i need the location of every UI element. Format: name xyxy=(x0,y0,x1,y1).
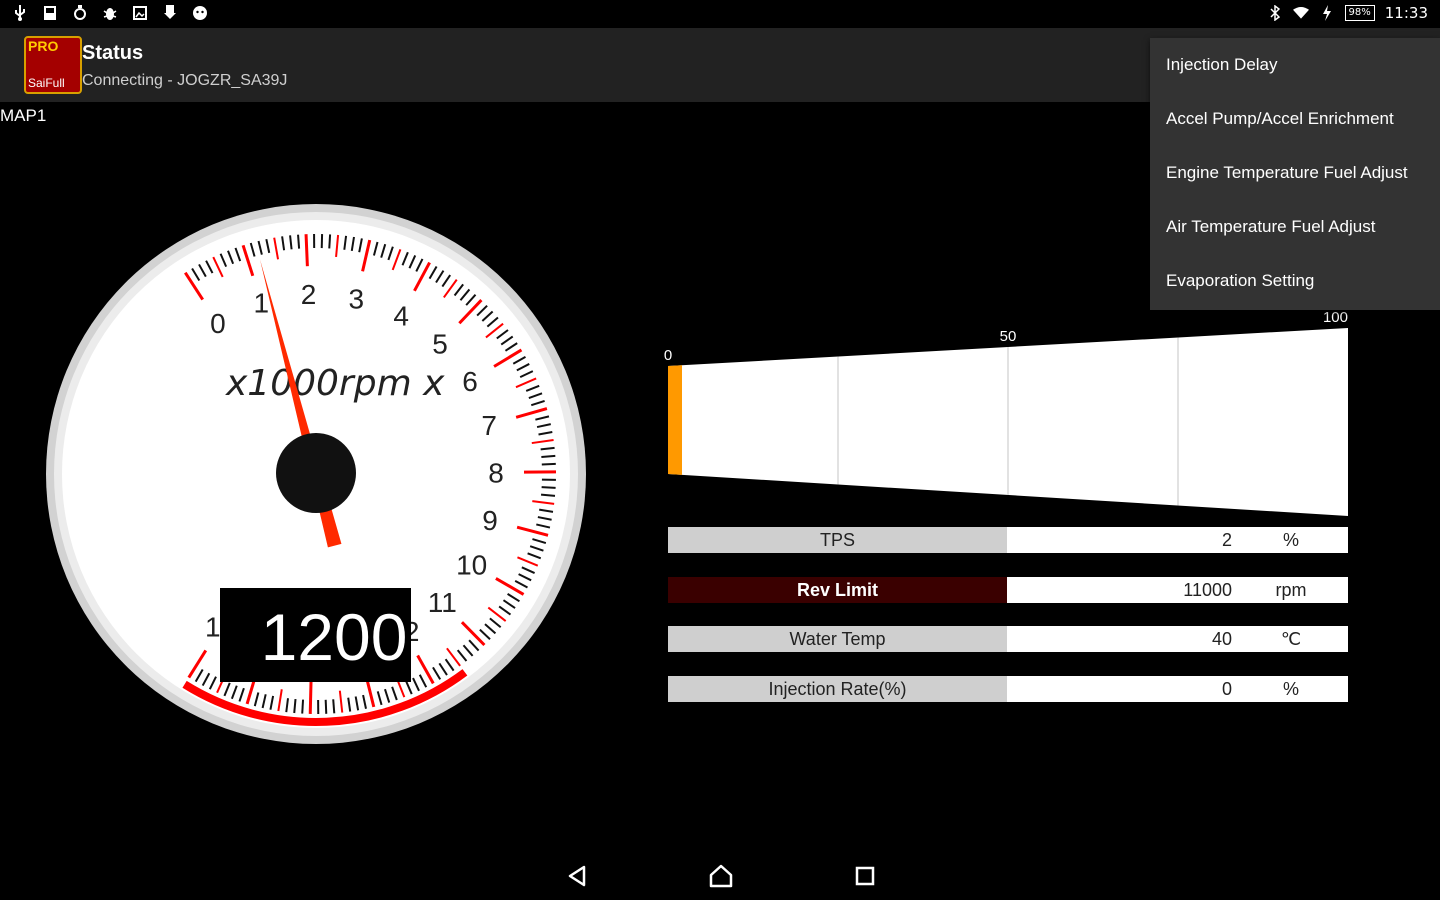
row-label: TPS xyxy=(668,527,1007,553)
gauge-label: 4 xyxy=(393,300,409,331)
row-unit: % xyxy=(1282,679,1299,699)
row-rev-limit: Rev Limit 11000 rpm xyxy=(668,577,1348,603)
wifi-icon xyxy=(1292,4,1309,22)
notification-icon xyxy=(72,4,88,22)
home-icon[interactable] xyxy=(706,862,736,890)
status-bar-left xyxy=(12,4,208,22)
bar-graph-label: 100 xyxy=(1323,309,1348,326)
gauge-tick xyxy=(301,699,305,714)
gauge-tick xyxy=(293,698,297,714)
row-value: 0 xyxy=(1221,679,1232,699)
gauge-label: 5 xyxy=(432,329,448,360)
row-value-cell: 11000 rpm xyxy=(1007,577,1348,603)
gauge-tick xyxy=(540,493,556,497)
row-label: Water Temp xyxy=(668,626,1007,652)
row-value-cell: 2 % xyxy=(1007,527,1348,553)
gauge-hub xyxy=(276,433,356,513)
map-label: MAP1 xyxy=(0,106,47,125)
row-water-temp: Water Temp 40 ℃ xyxy=(668,626,1348,652)
back-icon[interactable] xyxy=(562,862,592,890)
charging-icon xyxy=(1319,4,1335,22)
gauge-tick xyxy=(541,486,556,489)
gauge-tick xyxy=(324,699,328,714)
gauge-label: 3 xyxy=(349,284,365,315)
image-icon xyxy=(132,4,148,22)
gauge-label: 0 xyxy=(210,308,226,339)
navigation-bar xyxy=(0,850,1440,900)
bluetooth-icon xyxy=(1267,4,1283,22)
gauge-label: 10 xyxy=(456,549,487,580)
gauge-label: 8 xyxy=(488,457,504,488)
row-unit: % xyxy=(1282,530,1299,550)
gauge-label: 1 xyxy=(254,288,270,319)
battery-indicator: 98% xyxy=(1344,5,1375,21)
bar-graph-label: 0 xyxy=(664,347,672,364)
connection-status: Connecting - JOGZR_SA39J xyxy=(82,72,288,89)
overflow-menu: Injection Delay Accel Pump/Accel Enrichm… xyxy=(1150,38,1440,310)
gauge-tick xyxy=(332,699,336,714)
gauge-label: 9 xyxy=(482,505,498,536)
status-bar-right: 98% 11:33 xyxy=(1267,4,1428,22)
row-label: Injection Rate(%) xyxy=(668,676,1007,702)
bar-graph-fill xyxy=(668,365,682,475)
row-value: 2 xyxy=(1221,530,1232,550)
clock: 11:33 xyxy=(1384,4,1428,22)
gauge-tick xyxy=(328,234,332,249)
menu-item-accel-pump[interactable]: Accel Pump/Accel Enrichment xyxy=(1150,92,1440,146)
gauge-unit-label: x1000rpm x xyxy=(225,363,445,404)
rpm-readout: 1200 xyxy=(261,600,408,674)
row-value: 40 xyxy=(1211,629,1232,649)
row-unit: ℃ xyxy=(1280,629,1302,649)
row-injection-rate: Injection Rate(%) 0 % xyxy=(668,676,1348,702)
gauge-tick xyxy=(308,681,313,714)
gauge-label: 2 xyxy=(301,279,317,310)
app-logo[interactable]: PRO SaiFull xyxy=(24,36,82,94)
sd-card-icon xyxy=(42,4,58,22)
row-value: 11000 xyxy=(1183,580,1232,600)
download-icon xyxy=(162,4,178,22)
gauge-label: 6 xyxy=(462,366,478,397)
app-logo-text-top: PRO xyxy=(28,38,59,54)
bug-icon xyxy=(102,4,118,22)
menu-item-air-temp-fuel-adjust[interactable]: Air Temperature Fuel Adjust xyxy=(1150,200,1440,254)
gauge-tick xyxy=(297,234,301,249)
page-title: Status xyxy=(82,42,144,64)
row-unit: rpm xyxy=(1275,580,1307,600)
app-logo-text-bottom: SaiFull xyxy=(28,76,65,90)
throttle-bar-graph: 0 50 100 xyxy=(664,309,1348,516)
row-value-cell: 40 ℃ xyxy=(1007,626,1348,652)
gauge-tick xyxy=(304,234,309,267)
bar-graph-label: 50 xyxy=(1000,328,1017,345)
row-tps: TPS 2 % xyxy=(668,527,1348,553)
gauge-label: 11 xyxy=(428,587,457,618)
menu-item-engine-temp-fuel-adjust[interactable]: Engine Temperature Fuel Adjust xyxy=(1150,146,1440,200)
tachometer-gauge: 012345678910111213141516 x1000rpm x 1200 xyxy=(46,204,586,744)
usb-icon xyxy=(12,4,28,22)
menu-item-evaporation-setting[interactable]: Evaporation Setting xyxy=(1150,254,1440,308)
gauge-tick xyxy=(541,454,556,458)
row-value-cell: 0 % xyxy=(1007,676,1348,702)
gauge-label: 7 xyxy=(481,410,497,441)
android-icon xyxy=(192,4,208,22)
menu-item-injection-delay[interactable]: Injection Delay xyxy=(1150,38,1440,92)
status-bar: 98% 11:33 xyxy=(0,0,1440,28)
row-label: Rev Limit xyxy=(668,577,1007,603)
recents-icon[interactable] xyxy=(850,862,880,890)
gauge-tick xyxy=(541,462,556,466)
